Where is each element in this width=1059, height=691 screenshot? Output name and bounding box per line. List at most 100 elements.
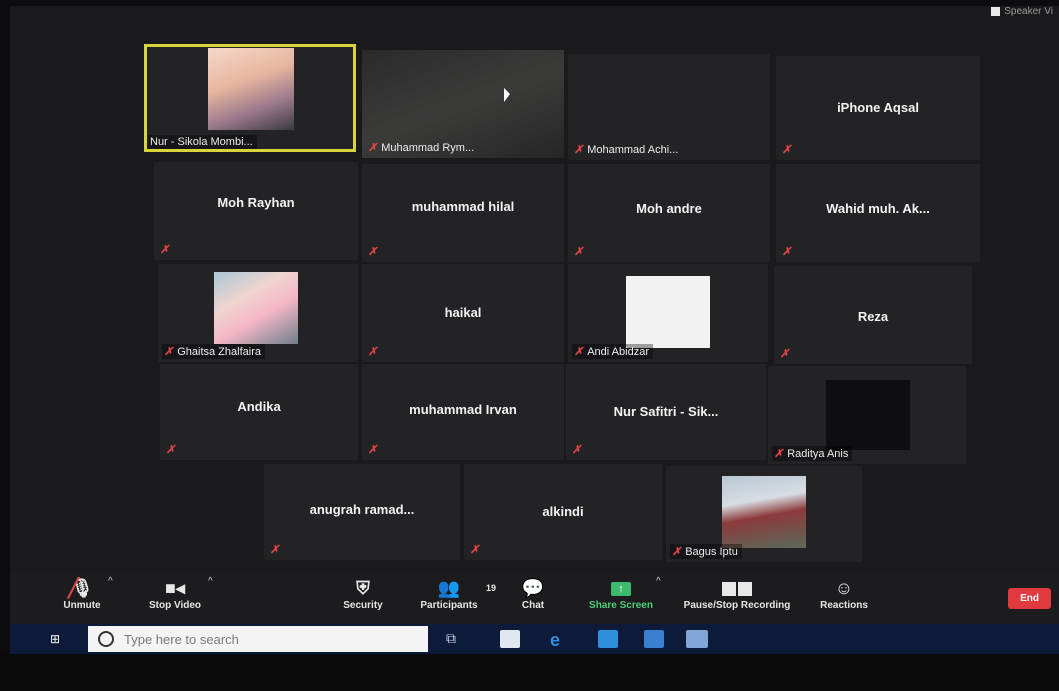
unmute-button[interactable]: 🎙 ╱ Unmute [60,576,104,611]
mic-muted-icon: ✗ [368,142,378,154]
mic-muted-icon: ✗ [270,544,280,556]
share-screen-icon: ↑ [584,576,658,600]
mic-muted-icon: ✗ [368,246,378,258]
zoom-window: Speaker Vi Nur - Sikola Mombi... ✗ Muhamm… [10,6,1059,654]
windows-taskbar: ⊞ Type here to search ⧉ e [10,624,1059,654]
file-explorer-icon[interactable] [500,630,520,648]
participant-video [626,276,710,348]
participant-label: ✗ [780,244,795,259]
edge-browser-icon[interactable]: e [550,630,570,650]
task-view-icon[interactable]: ⧉ [446,630,466,648]
participant-video [826,380,910,450]
mic-muted-icon: ✗ [164,346,174,358]
participant-label: ✗ Mohammad Achi... [574,143,679,157]
search-placeholder: Type here to search [124,631,239,647]
participant-label: ✗ [570,442,585,457]
mic-muted-icon: ✗ [672,546,682,558]
participant-tile-reza[interactable]: Reza ✗ [774,266,972,364]
participant-label: ✗ [468,542,483,557]
shield-icon: ⛨ [356,578,370,598]
participant-label: ✗ [268,542,283,557]
mic-muted-icon: 🎙 ╱ [68,578,94,598]
mic-muted-icon: ✗ [470,544,480,556]
participant-tile-wahid[interactable]: Wahid muh. Ak... ✗ [776,164,980,262]
zoom-app-icon[interactable] [686,630,708,648]
participant-tile-andi-abidzar[interactable]: ✗ Andi Abidzar [568,264,768,362]
video-options-caret-icon[interactable]: ^ [208,576,213,587]
chat-bubble-icon: 💬 [521,578,545,598]
mic-muted-icon: ✗ [572,444,582,456]
mic-muted-icon: ✗ [574,246,584,258]
mail-icon[interactable] [598,630,618,648]
participant-tile-moh-andre[interactable]: Moh andre ✗ [568,164,770,262]
chat-button[interactable]: 💬 Chat [518,576,548,611]
participants-icon: 👥 19 [437,578,496,598]
speaker-view-toggle[interactable]: Speaker Vi [991,6,1053,17]
store-icon[interactable] [644,630,664,648]
participants-button[interactable]: 👥 19 Participants [414,576,496,611]
participant-tile-mohammad-achi[interactable]: ✗ Mohammad Achi... [568,54,770,160]
participant-name: alkindi [542,504,584,520]
participant-label: ✗ [778,346,793,361]
participant-tile-iphone-aqsal[interactable]: iPhone Aqsal ✗ [776,56,980,160]
participant-tile-muhammad-rym[interactable]: ✗ Muhammad Rym... [362,50,564,158]
mic-muted-icon: ✗ [166,444,176,456]
security-button[interactable]: ⛨ Security [338,576,388,611]
participant-tile-haikal[interactable]: haikal ✗ [362,264,564,362]
participant-tile-anugrah[interactable]: anugrah ramad... ✗ [264,464,460,560]
participant-name: Wahid muh. Ak... [826,201,930,217]
end-meeting-button[interactable]: End [1008,588,1051,609]
participant-label: ✗ [572,244,587,259]
mic-muted-icon: ✗ [368,346,378,358]
participant-tile-muhammad-hilal[interactable]: muhammad hilal ✗ [362,164,564,262]
mouse-cursor-icon [504,88,510,102]
mic-muted-icon: ✗ [160,244,170,256]
participant-label: ✗ Bagus Iptu [670,544,742,559]
participant-name: Moh andre [636,201,702,217]
mic-muted-icon: ✗ [574,144,584,156]
participant-label: ✗ [366,244,381,259]
participant-video [208,48,294,130]
participant-name: Andika [237,398,281,414]
mic-muted-icon: ✗ [780,348,790,360]
participant-name: Moh Rayhan [217,195,295,211]
participant-tile-alkindi[interactable]: alkindi ✗ [464,464,662,560]
participant-label: ✗ Ghaitsa Zhalfaira [162,344,265,359]
mic-muted-icon: ✗ [774,448,784,460]
participant-tile-ghaitsa[interactable]: ✗ Ghaitsa Zhalfaira [158,264,358,362]
participant-name: Nur Safitri - Sik... [613,404,719,420]
participant-label: ✗ [780,142,795,157]
participant-tile-nur[interactable]: Nur - Sikola Mombi... [144,44,356,152]
monitor-bezel [0,654,1059,691]
participant-name: iPhone Aqsal [837,99,919,115]
participant-tile-andika[interactable]: Andika ✗ [160,364,358,460]
participant-label: Nur - Sikola Mombi... [148,135,257,149]
mic-muted-icon: ✗ [574,346,584,358]
participant-video [214,272,298,344]
stop-video-button[interactable]: ■◂ Stop Video [142,576,208,611]
participant-label: ✗ [158,242,173,257]
windows-start-icon[interactable]: ⊞ [50,632,64,646]
smiley-plus-icon: ☺ [834,578,854,598]
reactions-button[interactable]: ☺ Reactions [816,576,872,611]
participant-label: ✗ [164,442,179,457]
participant-label: ✗ Muhammad Rym... [368,141,475,155]
participant-video [722,476,806,548]
cortana-circle-icon [98,631,114,647]
participant-tile-raditya-anis[interactable]: ✗ Raditya Anis [768,366,966,464]
share-screen-button[interactable]: ↑ Share Screen [584,576,658,611]
share-options-caret-icon[interactable]: ^ [656,576,661,587]
participant-tile-nur-safitri[interactable]: Nur Safitri - Sik... ✗ [566,364,766,460]
participant-label: ✗ Raditya Anis [772,446,853,461]
participant-tile-bagus-iptu[interactable]: ✗ Bagus Iptu [666,466,862,562]
mic-muted-icon: ✗ [782,246,792,258]
participant-label: ✗ Andi Abidzar [572,344,653,359]
pause-stop-recording-button[interactable]: Pause/Stop Recording [676,576,798,611]
audio-options-caret-icon[interactable]: ^ [108,576,113,587]
participant-tile-muhammad-irvan[interactable]: muhammad Irvan ✗ [362,364,564,460]
participant-name: haikal [444,305,482,321]
view-icon [991,7,1001,16]
taskbar-search-box[interactable]: Type here to search [88,626,428,652]
meeting-toolbar: 🎙 ╱ Unmute ^ ■◂ Stop Video ^ ⛨ Security 👥… [10,572,1059,624]
participant-tile-moh-rayhan[interactable]: Moh Rayhan ✗ [154,162,358,260]
